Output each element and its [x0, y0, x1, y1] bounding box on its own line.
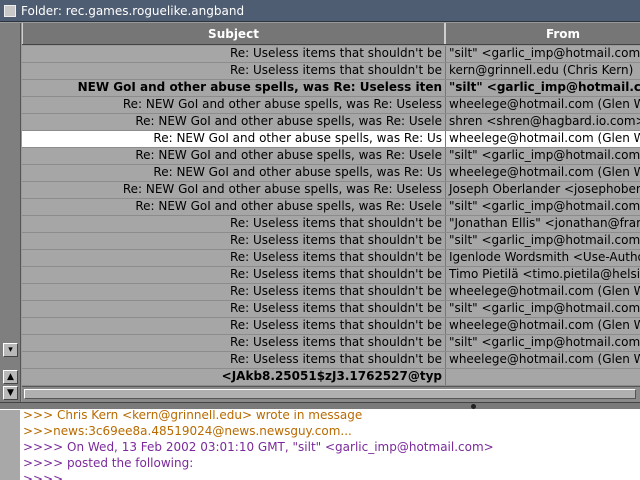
message-row[interactable]: Re: Useless items that shouldn't be kern@… [22, 63, 640, 80]
message-row[interactable]: Re: Useless items that shouldn't be Igenl… [22, 250, 640, 267]
message-row[interactable]: Re: Useless items that shouldn't be wheel… [22, 352, 640, 369]
preview-gutter [0, 410, 20, 480]
preview-line: >>> Chris Kern <kern@grinnell.edu> wrote… [23, 410, 363, 422]
message-row[interactable]: Re: Useless items that shouldn't be Timo … [22, 267, 640, 284]
window-title: Folder: rec.games.roguelike.angband [21, 3, 245, 18]
message-subject: Re: Useless items that shouldn't be [22, 284, 446, 300]
message-subject: Re: Useless items that shouldn't be [22, 250, 446, 266]
message-from: "silt" <garlic_imp@hotmail.com> [449, 233, 640, 247]
message-row[interactable]: Re: Useless items that shouldn't be wheel… [22, 284, 640, 301]
message-subject: Re: Useless items that shouldn't be [22, 233, 446, 249]
divider-grip-icon[interactable] [471, 404, 476, 409]
message-row[interactable]: Re: NEW GoI and other abuse spells, was … [22, 131, 640, 148]
preview-line: >>>news:3c69ee8a.48519024@news.newsguy.c… [23, 424, 352, 438]
scroll-up-button[interactable]: ▲ [3, 370, 18, 384]
message-row[interactable]: Re: NEW GoI and other abuse spells, was … [22, 97, 640, 114]
preview-line: >>>> posted the following: [23, 456, 194, 470]
window-titlebar: Folder: rec.games.roguelike.angband [0, 0, 640, 22]
message-row[interactable]: Re: Useless items that shouldn't be "Jona… [22, 216, 640, 233]
preview-line: >>>> On Wed, 13 Feb 2002 03:01:10 GMT, "… [23, 440, 494, 454]
message-from: "silt" <garlic_imp@hotmail.com> [449, 80, 640, 94]
preview-text: >>> Chris Kern <kern@grinnell.edu> wrote… [23, 410, 494, 480]
message-subject: Re: Useless items that shouldn't be [22, 335, 446, 351]
message-from [446, 369, 640, 385]
message-subject: Re: NEW GoI and other abuse spells, was … [22, 165, 446, 181]
message-subject: Re: NEW GoI and other abuse spells, was … [22, 114, 446, 130]
message-from: "silt" <garlic_imp@hotmail.com> [449, 148, 640, 162]
message-row[interactable]: Re: Useless items that shouldn't be "silt… [22, 301, 640, 318]
message-subject: NEW GoI and other abuse spells, was Re: … [22, 80, 446, 96]
message-subject: Re: Useless items that shouldn't be [22, 63, 446, 79]
preview-line: >>>> [23, 472, 64, 480]
message-from: wheelege@hotmail.com (Glen Whe [449, 165, 640, 179]
message-subject: Re: Useless items that shouldn't be [22, 352, 446, 368]
message-preview: >>> Chris Kern <kern@grinnell.edu> wrote… [0, 410, 640, 480]
folder-icon [4, 4, 16, 17]
message-from: "silt" <garlic_imp@hotmail.com> [449, 335, 640, 349]
message-from: wheelege@hotmail.com (Glen Whe [449, 352, 640, 366]
message-list[interactable]: Re: Useless items that shouldn't be "silt… [22, 46, 640, 386]
message-row[interactable]: Re: Useless items that shouldn't be "silt… [22, 233, 640, 250]
message-from: wheelege@hotmail.com (Glen Whe [449, 284, 640, 298]
column-header: Subject From [22, 23, 640, 45]
message-row[interactable]: Re: Useless items that shouldn't be wheel… [22, 318, 640, 335]
message-subject: <JAkb8.25051$zJ3.1762527@typ [22, 369, 446, 385]
message-from: Joseph Oberlander <josephoberla [449, 182, 640, 196]
message-from: "silt" <garlic_imp@hotmail.com> [449, 301, 640, 315]
message-row[interactable]: <JAkb8.25051$zJ3.1762527@typ [22, 369, 640, 386]
message-subject: Re: NEW GoI and other abuse spells, was … [22, 97, 446, 113]
subject-column-header[interactable]: Subject [22, 23, 446, 44]
message-row[interactable]: Re: Useless items that shouldn't be "silt… [22, 46, 640, 63]
message-subject: Re: Useless items that shouldn't be [22, 46, 446, 62]
message-subject: Re: NEW GoI and other abuse spells, was … [22, 148, 446, 164]
message-from: Timo Pietilä <timo.pietila@helsinki. [449, 267, 640, 281]
message-from: "silt" <garlic_imp@hotmail.com> [449, 46, 640, 60]
scrollbar-thumb[interactable] [24, 389, 636, 399]
message-from: "silt" <garlic_imp@hotmail.com> [449, 199, 640, 213]
message-row[interactable]: Re: NEW GoI and other abuse spells, was … [22, 148, 640, 165]
message-from: kern@grinnell.edu (Chris Kern) [449, 63, 634, 77]
message-from: wheelege@hotmail.com (Glen Whe [449, 131, 640, 145]
message-from: shren <shren@hagbard.io.com> [449, 114, 640, 128]
message-row[interactable]: Re: NEW GoI and other abuse spells, was … [22, 165, 640, 182]
pane-divider[interactable] [0, 402, 640, 410]
horizontal-scrollbar[interactable] [22, 386, 640, 402]
message-row[interactable]: Re: Useless items that shouldn't be "silt… [22, 335, 640, 352]
message-subject: Re: NEW GoI and other abuse spells, was … [22, 199, 446, 215]
message-row[interactable]: Re: NEW GoI and other abuse spells, was … [22, 182, 640, 199]
message-subject: Re: NEW GoI and other abuse spells, was … [22, 182, 446, 198]
message-from: wheelege@hotmail.com (Glen Whe [449, 318, 640, 332]
sidebar: ▾ ▲ ▼ [0, 23, 21, 403]
from-column-header[interactable]: From [446, 23, 640, 44]
message-row[interactable]: Re: NEW GoI and other abuse spells, was … [22, 199, 640, 216]
message-subject: Re: Useless items that shouldn't be [22, 318, 446, 334]
scroll-down-button[interactable]: ▼ [3, 386, 18, 400]
message-row[interactable]: NEW GoI and other abuse spells, was Re: … [22, 80, 640, 97]
message-from: Igenlode Wordsmith <Use-Author- [449, 250, 640, 264]
message-subject: Re: NEW GoI and other abuse spells, was … [22, 131, 446, 147]
message-subject: Re: Useless items that shouldn't be [22, 267, 446, 283]
message-subject: Re: Useless items that shouldn't be [22, 301, 446, 317]
message-from: "Jonathan Ellis" <jonathan@franz- [449, 216, 640, 230]
message-from: wheelege@hotmail.com (Glen Whe [449, 97, 640, 111]
message-subject: Re: Useless items that shouldn't be [22, 216, 446, 232]
collapse-button[interactable]: ▾ [3, 343, 18, 357]
message-row[interactable]: Re: NEW GoI and other abuse spells, was … [22, 114, 640, 131]
